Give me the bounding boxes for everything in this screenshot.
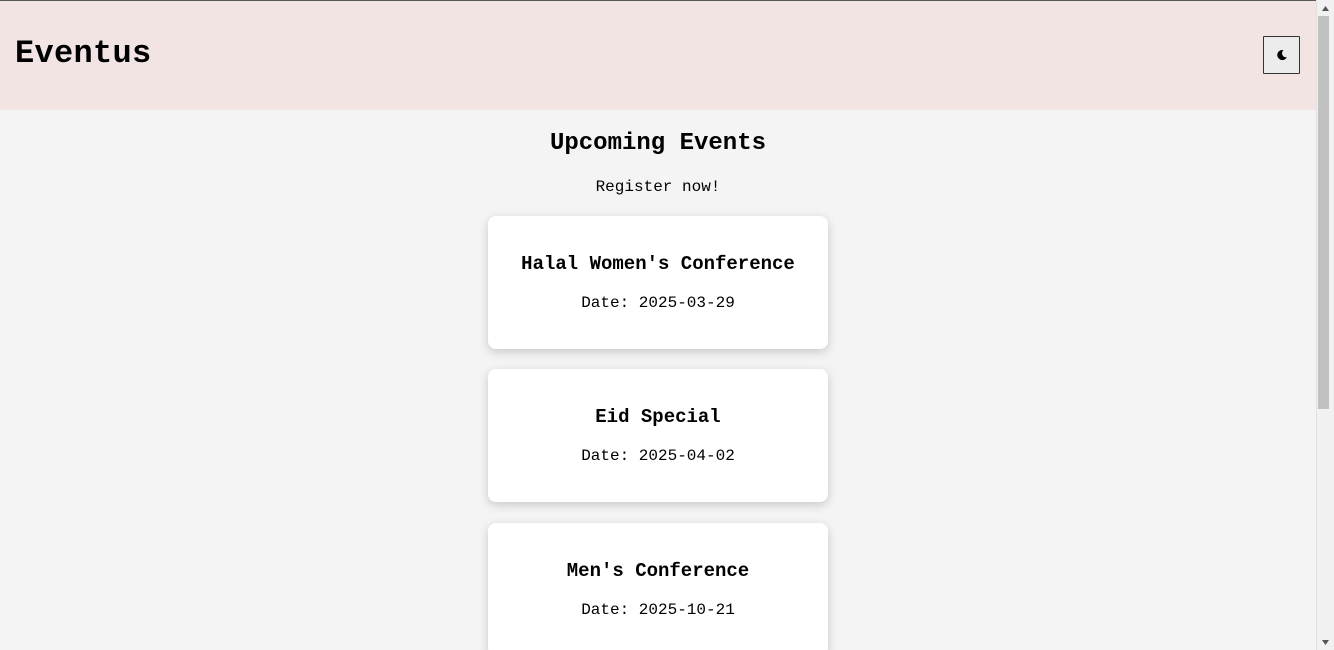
event-card[interactable]: Halal Women's Conference Date: 2025-03-2… xyxy=(488,216,828,349)
scrollbar-thumb[interactable] xyxy=(1318,16,1329,409)
event-date: Date: 2025-10-21 xyxy=(581,601,735,619)
event-card[interactable]: Eid Special Date: 2025-04-02 xyxy=(488,369,828,502)
event-title: Eid Special xyxy=(595,406,721,428)
event-card[interactable]: Men's Conference Date: 2025-10-21 xyxy=(488,523,828,650)
event-date: Date: 2025-04-02 xyxy=(581,447,735,465)
theme-toggle-button[interactable] xyxy=(1263,36,1300,74)
scroll-down-arrow-icon[interactable] xyxy=(1317,635,1334,649)
page-viewport: Eventus Upcoming Events Register now! Ha… xyxy=(0,1,1316,650)
moon-icon xyxy=(1276,49,1288,61)
event-title: Halal Women's Conference xyxy=(521,253,795,275)
vertical-scrollbar[interactable] xyxy=(1316,0,1334,650)
site-header: Eventus xyxy=(0,1,1316,110)
event-date: Date: 2025-03-29 xyxy=(581,294,735,312)
scroll-up-arrow-icon[interactable] xyxy=(1317,1,1334,15)
page-title: Upcoming Events xyxy=(549,130,767,157)
event-title: Men's Conference xyxy=(566,560,750,582)
page-subtitle: Register now! xyxy=(595,178,721,196)
brand-logo: Eventus xyxy=(15,35,152,72)
